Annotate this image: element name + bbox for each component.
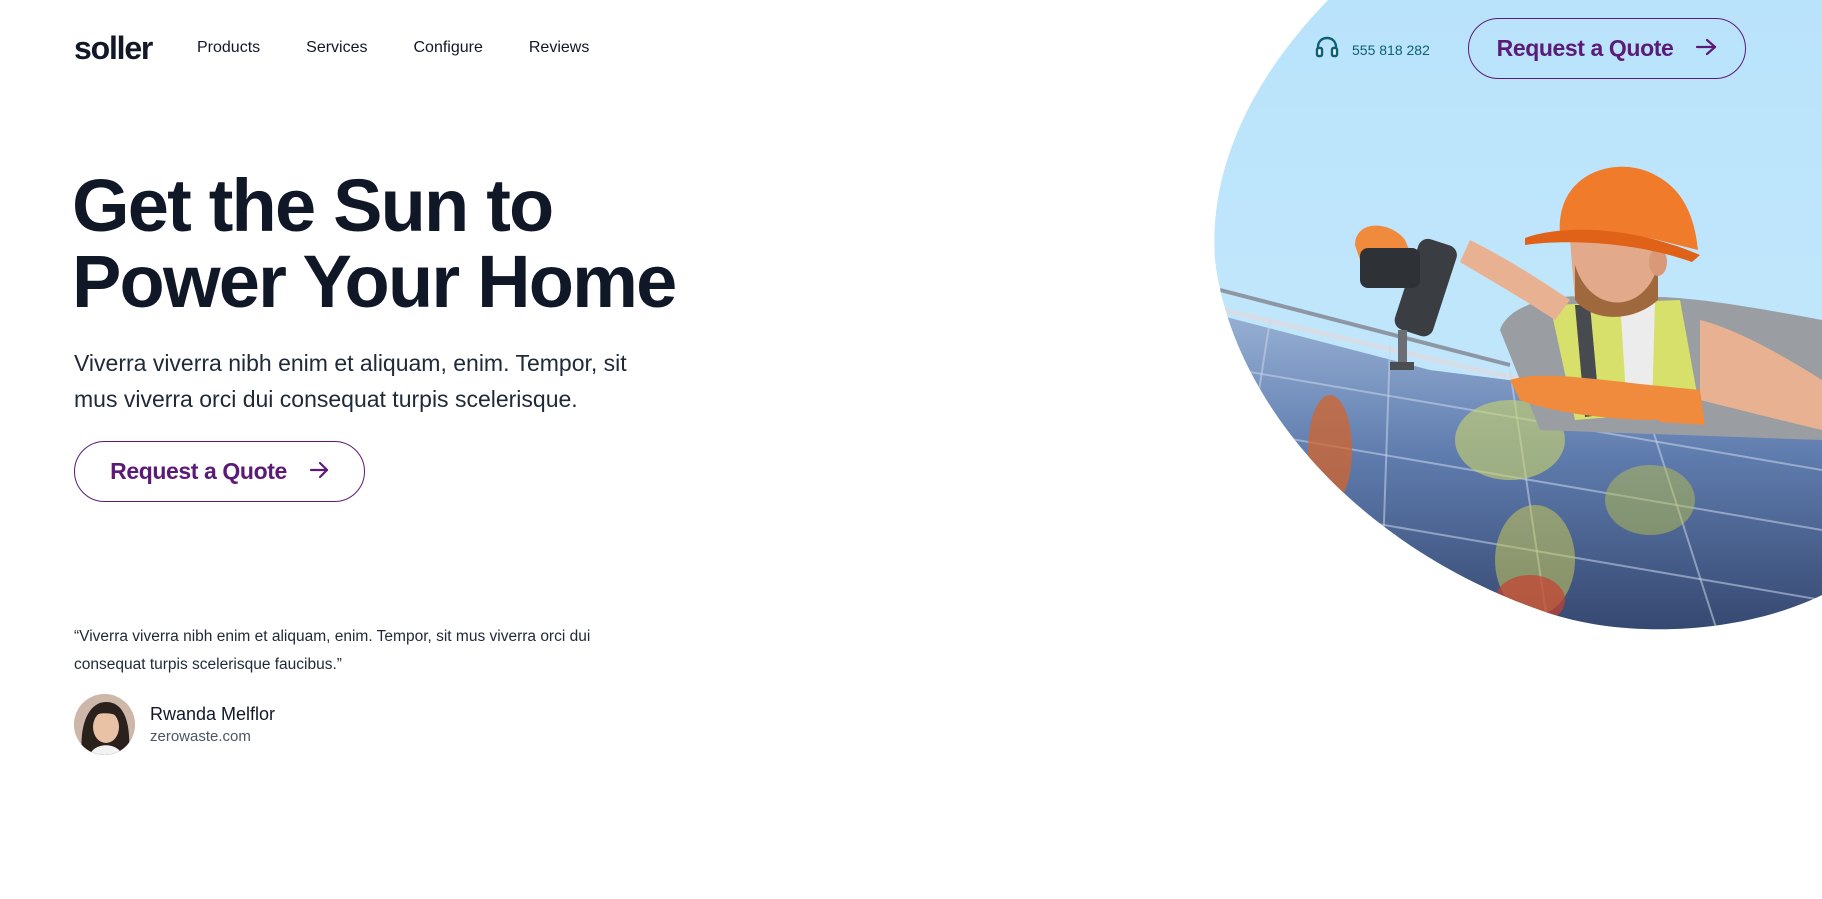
phone-contact[interactable]: 555 818 282: [1315, 36, 1430, 63]
headset-icon: [1315, 36, 1339, 63]
header-request-quote-label: Request a Quote: [1496, 35, 1674, 61]
hero-request-quote-button[interactable]: Request a Quote: [74, 441, 365, 502]
hero-request-quote-label: Request a Quote: [110, 458, 287, 484]
hero-subtext: Viverra viverra nibh enim et aliquam, en…: [74, 350, 627, 412]
brand-logo[interactable]: soller: [74, 26, 153, 70]
nav-item-configure[interactable]: Configure: [414, 36, 483, 60]
main-nav: Products Services Configure Reviews: [197, 36, 589, 60]
hero-headline-line-1: Get the Sun to: [72, 164, 554, 247]
arrow-right-icon: [309, 458, 329, 485]
phone-number: 555 818 282: [1352, 41, 1430, 58]
nav-item-services[interactable]: Services: [306, 36, 367, 60]
testimonial-quote: “Viverra viverra nibh enim et aliquam, e…: [74, 628, 591, 673]
hero-headline: Get the Sun to Power Your Home: [72, 168, 772, 320]
author-name: Rwanda Melflor: [150, 703, 276, 724]
arrow-right-icon: [1695, 35, 1717, 62]
nav-item-products[interactable]: Products: [197, 36, 260, 60]
testimonial-author: Rwanda Melflor zerowaste.com: [74, 694, 275, 755]
nav-item-reviews[interactable]: Reviews: [529, 36, 589, 60]
hero-photo: [1180, 0, 1822, 640]
hero-headline-line-2: Power Your Home: [72, 240, 677, 323]
author-info: Rwanda Melflor zerowaste.com: [150, 702, 275, 748]
header-request-quote-button[interactable]: Request a Quote: [1468, 18, 1746, 79]
avatar: [74, 694, 135, 755]
author-site[interactable]: zerowaste.com: [150, 726, 275, 748]
